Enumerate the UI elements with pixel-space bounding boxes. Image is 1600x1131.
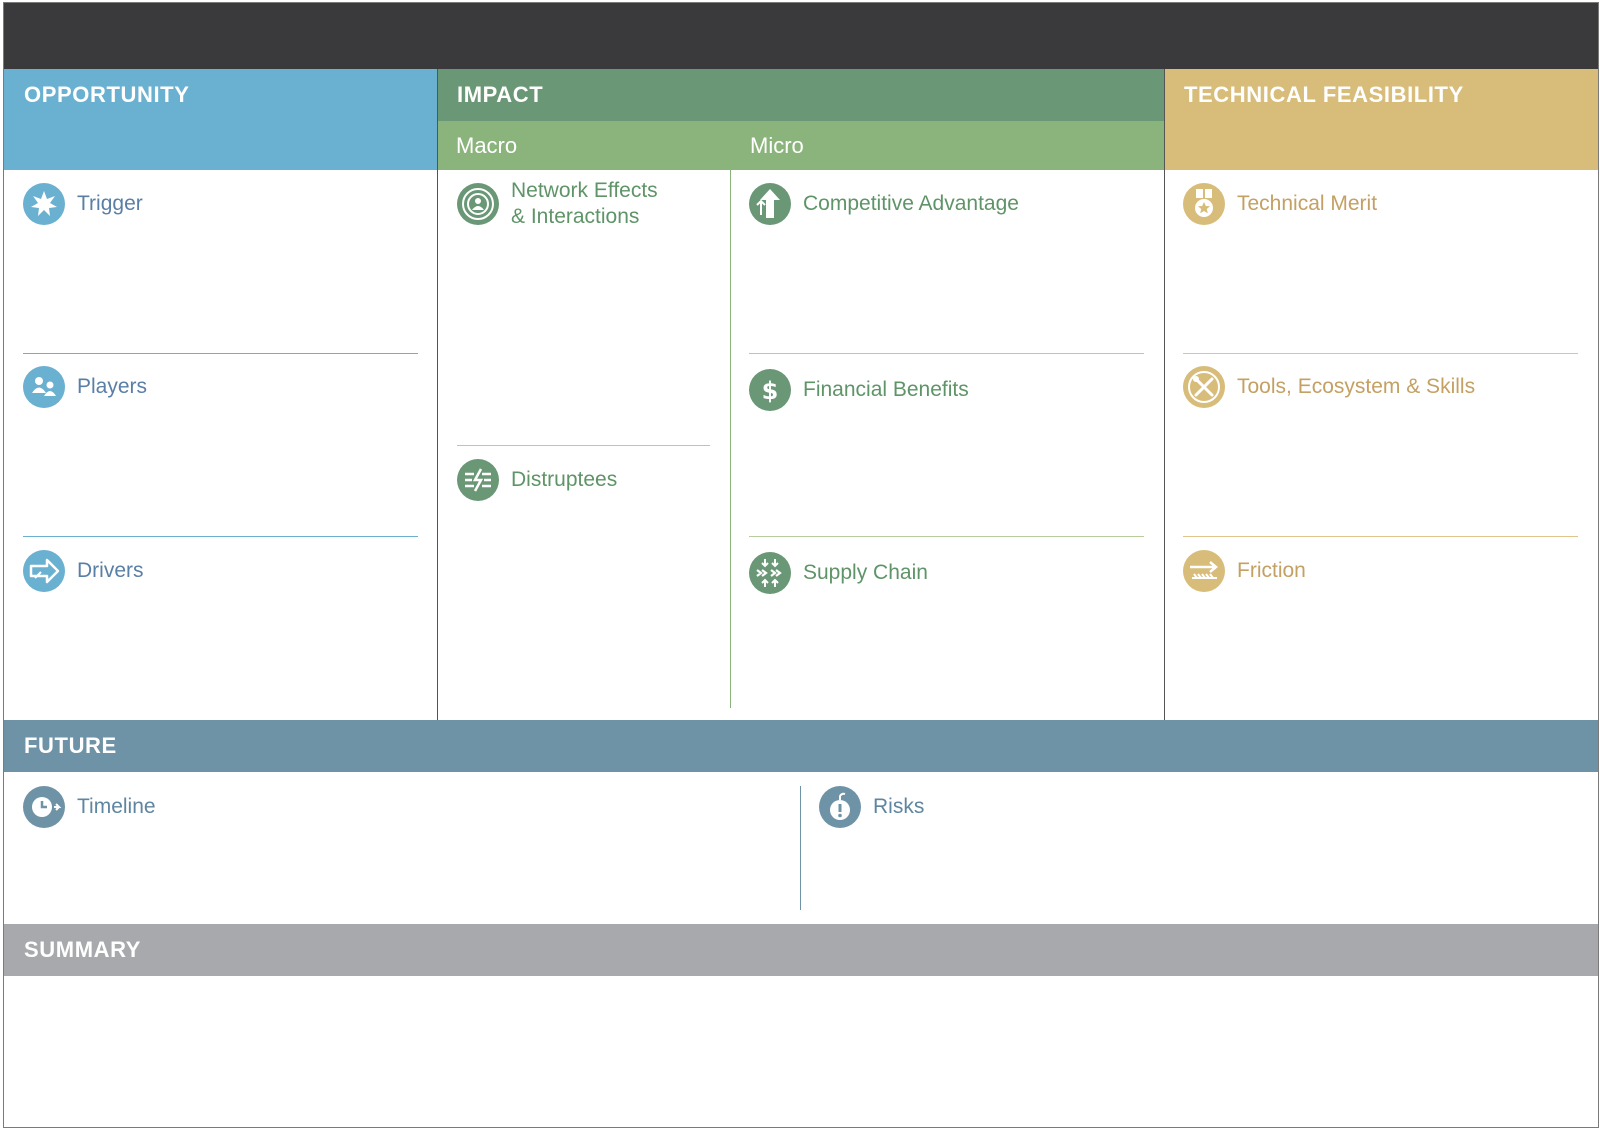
canvas-board: OPPORTUNITY IMPACT TECHNICAL FEASIBILITY…: [0, 0, 1600, 1131]
board-frame: [3, 2, 1599, 1128]
